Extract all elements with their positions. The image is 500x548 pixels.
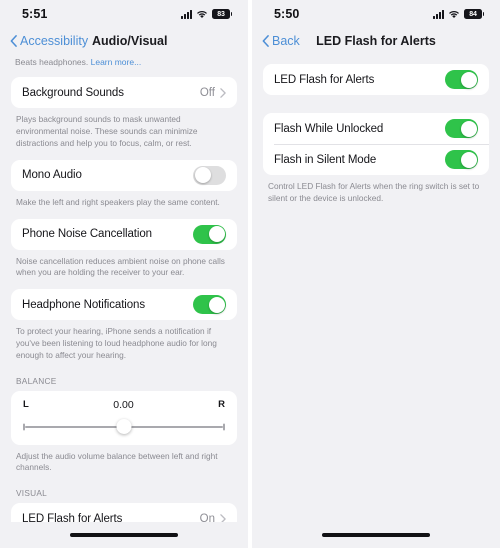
mono-audio-footnote: Make the left and right speakers play th… [16,196,220,207]
home-indicator[interactable] [322,533,430,537]
beats-note-text: Beats headphones. [15,57,91,67]
balance-labels: L 0.00 R [23,399,225,411]
right-home-indicator-area [252,522,500,548]
status-bar-time: 5:50 [274,7,300,21]
wifi-icon [449,10,459,18]
background-sounds-footnote: Plays background sounds to mask unwanted… [16,114,198,149]
cellular-signal-icon [181,9,192,19]
wifi-icon [197,10,207,18]
home-indicator[interactable] [70,533,178,537]
slider-right-cap [223,423,225,430]
left-phone-screen: 5:51 83 Accessibility Audio/Visual Beats… [0,0,248,548]
row-headphone-notifications: Headphone Notifications [11,289,237,320]
toggle-phone-noise-cancellation[interactable] [193,224,226,244]
status-bar-time: 5:51 [22,7,48,21]
balance-right-label: R [218,399,225,410]
right-nav-bar: Back LED Flash for Alerts [252,28,500,54]
balance-slider[interactable] [23,419,225,434]
back-button-label: Accessibility [20,34,89,48]
balance-card: L 0.00 R [11,390,237,445]
headphone-notifications-footnote: To protect your hearing, iPhone sends a … [16,326,217,360]
row-flash-in-silent-mode: Flash in Silent Mode [263,144,489,175]
back-button[interactable]: Back [262,34,300,48]
row-label: Flash While Unlocked [274,122,384,135]
back-button-label: Back [272,34,300,48]
left-home-indicator-area [0,522,248,548]
balance-left-label: L [23,399,29,410]
dual-screenshot-container: 5:51 83 Accessibility Audio/Visual Beats… [0,0,500,548]
row-label: Phone Noise Cancellation [22,228,152,241]
mono-audio-group: Mono Audio [11,159,237,191]
balance-value: 0.00 [113,398,134,411]
chevron-left-icon [10,35,17,47]
row-led-flash-for-alerts[interactable]: LED Flash for Alerts On [11,503,237,522]
learn-more-link[interactable]: Learn more... [91,57,142,67]
row-value: Off [199,86,215,99]
right-status-bar: 5:50 84 [252,0,500,28]
left-status-bar: 5:51 83 [0,0,248,28]
back-button-accessibility[interactable]: Accessibility [10,34,88,48]
row-label: Flash in Silent Mode [274,153,377,166]
chevron-right-icon [220,88,226,98]
left-nav-bar: Accessibility Audio/Visual [0,28,248,54]
visual-group: LED Flash for Alerts On [11,503,237,522]
status-bar-indicators: 83 [181,9,232,19]
cellular-signal-icon [433,9,444,19]
balance-section-header: BALANCE [16,375,57,386]
battery-percent: 84 [469,10,477,18]
phone-noise-cancellation-footnote: Noise cancellation reduces ambient noise… [16,255,225,278]
row-label: LED Flash for Alerts [274,73,375,86]
row-phone-noise-cancellation: Phone Noise Cancellation [11,219,237,250]
page-title: Audio/Visual [92,34,168,48]
chevron-right-icon [220,513,226,522]
phone-noise-cancellation-group: Phone Noise Cancellation [11,218,237,250]
row-label: Background Sounds [22,86,124,99]
row-value: On [199,512,215,522]
slider-left-cap [23,423,25,430]
headphone-notifications-group: Headphone Notifications [11,289,237,321]
toggle-flash-in-silent-mode[interactable] [445,150,478,169]
balance-footnote: Adjust the audio volume balance between … [16,450,218,473]
row-background-sounds[interactable]: Background Sounds Off [11,77,237,108]
slider-thumb[interactable] [116,419,132,434]
flash-options-footnote: Control LED Flash for Alerts when the ri… [268,181,480,203]
beats-headphones-note: Beats headphones. Learn more... [11,54,237,77]
battery-percent: 83 [217,10,225,18]
visual-section-header: VISUAL [16,488,48,499]
row-label: Mono Audio [22,169,82,182]
row-led-flash-for-alerts: LED Flash for Alerts [263,64,489,95]
status-bar-indicators: 84 [433,9,484,19]
toggle-headphone-notifications[interactable] [193,295,226,315]
chevron-left-icon [262,35,269,47]
toggle-flash-while-unlocked[interactable] [445,119,478,138]
row-flash-while-unlocked: Flash While Unlocked [263,113,489,144]
right-settings-list: LED Flash for Alerts Flash While Unlocke… [252,54,500,522]
toggle-led-flash-for-alerts[interactable] [445,70,478,89]
right-phone-screen: 5:50 84 Back LED Flash for Alerts LED Fl… [252,0,500,548]
left-settings-list: Beats headphones. Learn more... Backgrou… [0,54,248,522]
background-sounds-group: Background Sounds Off [11,77,237,109]
battery-icon: 84 [464,9,484,19]
led-flash-master-group: LED Flash for Alerts [263,64,489,95]
row-label: Headphone Notifications [22,298,146,311]
battery-icon: 83 [212,9,232,19]
toggle-mono-audio[interactable] [193,165,226,185]
row-label: LED Flash for Alerts [22,512,123,522]
row-mono-audio: Mono Audio [11,160,237,191]
flash-options-group: Flash While Unlocked Flash in Silent Mod… [263,113,489,175]
